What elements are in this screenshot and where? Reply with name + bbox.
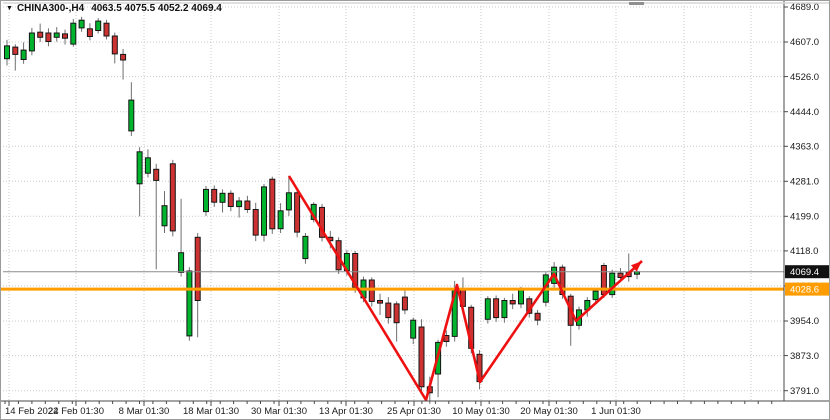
time-tick-label: 20 May 01:30 — [520, 406, 578, 417]
candle-body — [535, 313, 540, 320]
candle-body — [179, 253, 184, 273]
candle-body — [170, 164, 175, 231]
hscrollbar-thumb[interactable] — [629, 2, 644, 5]
price-tick-label: 3873.0 — [790, 351, 819, 362]
candle-body — [87, 29, 92, 37]
candle-body — [5, 46, 10, 59]
time-tick-label: 25 Apr 01:30 — [387, 406, 441, 417]
candle-body — [129, 100, 134, 131]
candle-body — [96, 21, 101, 30]
candle-body — [419, 327, 424, 387]
candle-body — [502, 301, 507, 318]
candle-body — [485, 299, 490, 320]
candle-body — [411, 320, 416, 338]
time-tick-label: 13 Apr 01:30 — [319, 406, 373, 417]
candle-body — [38, 32, 43, 37]
candle-body — [278, 211, 283, 229]
chart-symbol-period: CHINA300-,H4 — [17, 3, 84, 14]
candle-body — [162, 206, 167, 226]
candle-body — [245, 201, 250, 210]
chart-window: ▼ CHINA300-,H4 4063.5 4075.5 4052.2 4069… — [0, 0, 830, 420]
candle-body — [286, 193, 291, 210]
time-tick-label: 18 Mar 01:30 — [183, 406, 239, 417]
current-price-badge-label: 4069.4 — [790, 267, 819, 278]
candle-body — [618, 273, 623, 277]
chart-title: ▼ CHINA300-,H4 4063.5 4075.5 4052.2 4069… — [6, 2, 222, 15]
candle-body — [303, 236, 308, 258]
price-tick-label: 4363.0 — [790, 142, 819, 153]
candle-body — [220, 193, 225, 202]
candle-body — [29, 33, 34, 51]
candle-body — [262, 187, 267, 235]
candle-body — [402, 297, 407, 310]
candle-body — [519, 289, 524, 304]
candle-body — [593, 291, 598, 300]
candle-body — [79, 20, 84, 28]
candle-body — [187, 271, 192, 336]
candle-body — [228, 193, 233, 206]
candle-body — [295, 193, 300, 232]
candle-body — [112, 36, 117, 54]
candle-body — [212, 189, 217, 202]
candle-body — [46, 33, 51, 42]
price-chart[interactable]: 4689.0 4607.0 4526.0 4444.0 4363.0 4281.0 4199… — [1, 1, 830, 420]
candle-body — [237, 201, 242, 207]
candle-body — [54, 33, 59, 37]
candle-body — [104, 23, 109, 36]
candle-body — [270, 179, 275, 229]
price-tick-label: 4444.0 — [790, 107, 819, 118]
time-tick-label: 30 Mar 01:30 — [251, 406, 307, 417]
price-tick-label: 4607.0 — [790, 37, 819, 48]
candle-body — [137, 152, 142, 184]
candle-body — [145, 158, 150, 173]
candle-body — [21, 50, 26, 59]
candle-body — [494, 299, 499, 318]
time-tick-label: 1 Jun 01:30 — [591, 406, 641, 417]
time-tick-label: 10 May 01:30 — [452, 406, 510, 417]
chart-ohlc-values: 4063.5 4075.5 4052.2 4069.4 — [91, 3, 222, 14]
price-tick-label: 3954.0 — [790, 316, 819, 327]
candle-body — [204, 189, 209, 211]
candle-body — [195, 237, 200, 300]
candle-body — [154, 169, 159, 180]
symbol-collapser-icon[interactable]: ▼ — [6, 4, 13, 14]
candle-body — [13, 47, 18, 54]
candle-body — [121, 54, 126, 60]
hline-price-badge-label: 4028.6 — [790, 285, 819, 296]
price-tick-label: 4689.0 — [790, 2, 819, 13]
price-tick-label: 4281.0 — [790, 177, 819, 188]
price-tick-label: 4526.0 — [790, 72, 819, 83]
price-tick-label: 4199.0 — [790, 212, 819, 223]
candle-body — [369, 280, 374, 301]
candle-body — [71, 23, 76, 44]
candle-body — [378, 301, 383, 304]
candle-body — [444, 336, 449, 342]
chart-background — [1, 1, 830, 420]
candle-body — [386, 303, 391, 318]
time-tick-label: 8 Mar 01:30 — [119, 406, 170, 417]
candle-body — [394, 304, 399, 323]
price-tick-label: 4118.0 — [790, 246, 818, 257]
time-tick-label: 24 Feb 01:30 — [48, 406, 104, 417]
price-tick-label: 3791.0 — [790, 386, 819, 397]
candle-body — [253, 210, 258, 236]
candle-body — [510, 301, 515, 304]
candle-body — [63, 34, 68, 38]
